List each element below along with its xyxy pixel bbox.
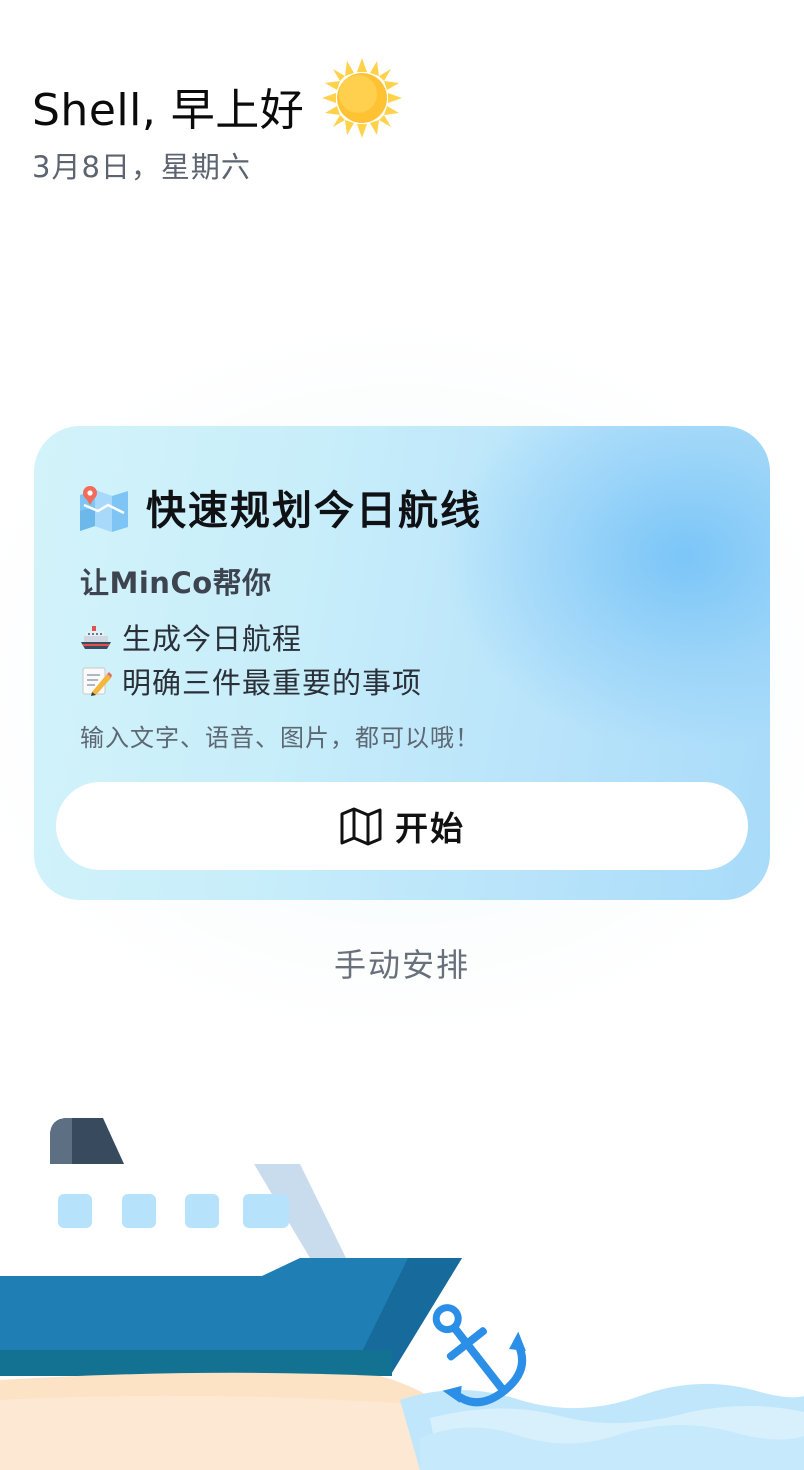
date-text: 3月8日，星期六 — [32, 150, 251, 184]
card-title: 快速规划今日航线 — [78, 478, 482, 536]
sun-icon — [322, 58, 403, 138]
bullet-item-itinerary: 生成今日航程 — [80, 616, 302, 658]
manual-arrange-link[interactable]: 手动安排 — [0, 940, 804, 986]
memo-icon — [82, 667, 112, 696]
start-button-label: 开始 — [395, 809, 465, 848]
bullet-item-priorities: 明确三件最重要的事项 — [80, 660, 422, 702]
ship-window — [243, 1194, 289, 1228]
ship-window — [58, 1194, 92, 1228]
ship-window — [185, 1194, 219, 1228]
card-subtitle: 让MinCo帮你 — [80, 566, 272, 600]
plan-card: 快速规划今日航线 让MinCo帮你 生成今日航程 明确三件最重要的事项 输入文字… — [34, 426, 770, 900]
bullet-label-priorities: 明确三件最重要的事项 — [122, 666, 423, 700]
bullet-label-itinerary: 生成今日航程 — [122, 622, 303, 656]
input-hint: 输入文字、语音、图片，都可以哦！ — [80, 724, 480, 752]
cruise-ship-icon — [81, 626, 111, 649]
ship-window — [122, 1194, 156, 1228]
start-button[interactable]: 开始 — [56, 782, 748, 870]
ship-harbor-illustration — [0, 1118, 804, 1470]
map-icon — [80, 486, 128, 532]
map-outline-icon — [340, 807, 382, 846]
greeting-text: Shell, 早上好 — [32, 85, 305, 136]
card-title-text: 快速规划今日航线 — [146, 488, 482, 534]
greeting: Shell, 早上好 — [32, 58, 404, 148]
